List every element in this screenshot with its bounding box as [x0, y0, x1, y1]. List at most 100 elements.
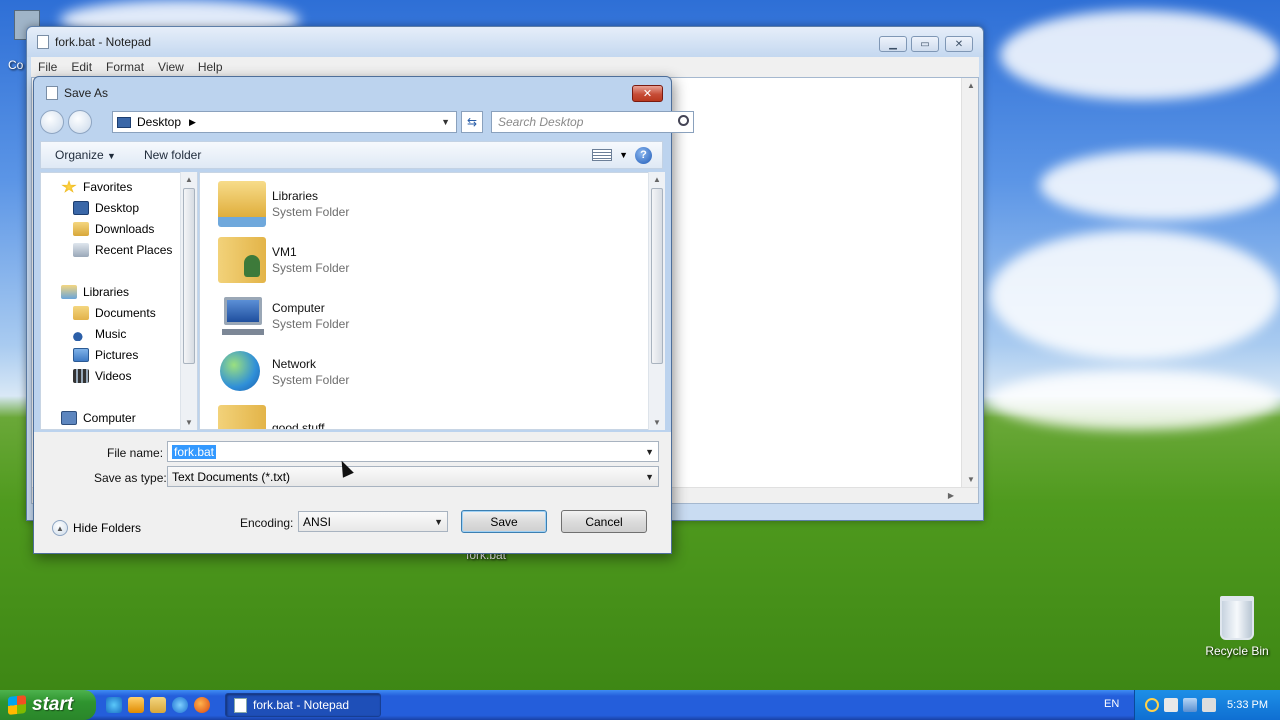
list-item[interactable]: Network System Folder: [218, 346, 349, 398]
address-text: Desktop: [137, 115, 182, 129]
scroll-up-icon: ▲: [653, 175, 661, 184]
notepad-icon: [37, 35, 49, 49]
minimize-button[interactable]: ▁: [879, 36, 907, 52]
close-button[interactable]: ✕: [945, 36, 973, 52]
nav-music[interactable]: Music: [73, 324, 126, 344]
save-as-type-label: Save as type:: [94, 471, 167, 485]
cancel-button[interactable]: Cancel: [561, 510, 647, 533]
dialog-close-button[interactable]: ✕: [632, 85, 663, 102]
chevron-down-icon[interactable]: ▼: [434, 517, 443, 527]
file-name-field[interactable]: fork.bat ▼: [167, 441, 659, 462]
encoding-select[interactable]: ANSI ▼: [298, 511, 448, 532]
nav-libraries[interactable]: Libraries: [61, 282, 129, 302]
recycle-bin[interactable]: Recycle Bin: [1202, 596, 1272, 658]
menu-help[interactable]: Help: [191, 60, 230, 74]
menu-edit[interactable]: Edit: [64, 60, 99, 74]
file-name-value: fork.bat: [172, 444, 217, 459]
nav-favorites[interactable]: Favorites: [61, 177, 132, 197]
notepad-menubar: File Edit Format View Help: [31, 57, 979, 77]
nav-scrollbar[interactable]: ▲ ▼: [180, 172, 197, 430]
nav-scroll-thumb[interactable]: [183, 188, 195, 364]
nav-desktop[interactable]: Desktop: [73, 198, 139, 218]
chevron-down-icon[interactable]: ▼: [645, 447, 654, 457]
firefox-icon[interactable]: [194, 697, 210, 713]
nav-downloads[interactable]: Downloads: [73, 219, 154, 239]
file-type: System Folder: [272, 261, 350, 275]
music-icon: [73, 327, 89, 341]
list-item[interactable]: good stuff: [218, 402, 325, 429]
start-button[interactable]: start: [0, 690, 96, 720]
refresh-button[interactable]: ⇆: [461, 111, 483, 133]
organize-label: Organize: [55, 148, 104, 162]
search-icon[interactable]: [678, 115, 689, 126]
flag-icon[interactable]: [1164, 698, 1178, 712]
list-item[interactable]: Libraries System Folder: [218, 178, 349, 230]
save-as-type-select[interactable]: Text Documents (*.txt) ▼: [167, 466, 659, 487]
notepad-vertical-scrollbar[interactable]: ▲ ▼: [961, 78, 978, 487]
encoding-label: Encoding:: [240, 516, 294, 530]
hide-folders-button[interactable]: ▲ Hide Folders: [52, 520, 141, 536]
folder-icon: [218, 405, 266, 429]
list-item[interactable]: Computer System Folder: [218, 290, 349, 342]
list-item[interactable]: VM1 System Folder: [218, 234, 349, 286]
notepad-titlebar[interactable]: fork.bat - Notepad: [27, 27, 983, 57]
save-options: File name: fork.bat ▼ Save as type: Text…: [34, 432, 671, 553]
scroll-down-icon: ▼: [653, 418, 661, 427]
volume-icon[interactable]: [1202, 698, 1216, 712]
chevron-down-icon[interactable]: ▼: [441, 117, 450, 127]
nav-computer-label: Computer: [83, 411, 136, 425]
search-input[interactable]: Search Desktop: [491, 111, 694, 133]
nav-pictures[interactable]: Pictures: [73, 345, 138, 365]
file-type: System Folder: [272, 373, 350, 387]
search-icon[interactable]: [1145, 698, 1159, 712]
nav-recent-places[interactable]: Recent Places: [73, 240, 172, 260]
clock[interactable]: 5:33 PM: [1227, 699, 1268, 711]
back-button[interactable]: [40, 110, 64, 134]
nav-videos[interactable]: Videos: [73, 366, 131, 386]
breadcrumb-arrow-icon[interactable]: ▶: [189, 117, 196, 128]
views-chevron-icon[interactable]: ▼: [619, 150, 628, 160]
videos-icon: [73, 369, 89, 383]
forward-button[interactable]: [68, 110, 92, 134]
search-placeholder: Search Desktop: [498, 115, 584, 129]
messenger-icon[interactable]: [106, 697, 122, 713]
refresh-icon: ⇆: [466, 115, 478, 129]
scroll-up-icon: ▲: [185, 175, 193, 184]
language-indicator[interactable]: EN: [1104, 698, 1119, 710]
menu-format[interactable]: Format: [99, 60, 151, 74]
explorer-icon[interactable]: [150, 697, 166, 713]
menu-view[interactable]: View: [151, 60, 191, 74]
media-icon[interactable]: [128, 697, 144, 713]
nav-computer[interactable]: Computer: [61, 408, 136, 428]
file-name: Libraries: [272, 189, 319, 203]
address-bar[interactable]: Desktop ▶ ▼: [112, 111, 457, 133]
file-name: Network: [272, 357, 317, 371]
views-icon[interactable]: [592, 149, 612, 161]
nav-recent-places-label: Recent Places: [95, 243, 173, 257]
start-label: start: [32, 694, 74, 715]
nav-music-label: Music: [95, 327, 127, 341]
menu-file[interactable]: File: [31, 60, 64, 74]
taskbar-notepad-button[interactable]: fork.bat - Notepad: [225, 693, 381, 717]
file-list-scrollbar[interactable]: ▲ ▼: [648, 172, 665, 430]
file-list-scroll-thumb[interactable]: [651, 188, 663, 364]
dialog-titlebar[interactable]: Save As: [34, 77, 671, 109]
nav-downloads-label: Downloads: [95, 222, 155, 236]
file-name-label: File name:: [107, 446, 164, 460]
chevron-down-icon: ▼: [107, 151, 116, 161]
organize-button[interactable]: Organize ▼: [41, 148, 130, 162]
nav-documents[interactable]: Documents: [73, 303, 156, 323]
new-folder-button[interactable]: New folder: [130, 148, 215, 162]
maximize-button[interactable]: ▭: [911, 36, 939, 52]
nav-videos-label: Videos: [95, 369, 132, 383]
file-name: VM1: [272, 245, 297, 259]
ie-icon[interactable]: [172, 697, 188, 713]
libraries-folder-icon: [218, 181, 266, 227]
network-icon[interactable]: [1183, 698, 1197, 712]
desktop-computer-label: Co: [8, 58, 24, 72]
documents-icon: [73, 306, 89, 320]
save-button[interactable]: Save: [461, 510, 547, 533]
desktop-icon: [117, 116, 131, 128]
chevron-down-icon[interactable]: ▼: [645, 472, 654, 482]
help-icon[interactable]: ?: [635, 146, 652, 164]
